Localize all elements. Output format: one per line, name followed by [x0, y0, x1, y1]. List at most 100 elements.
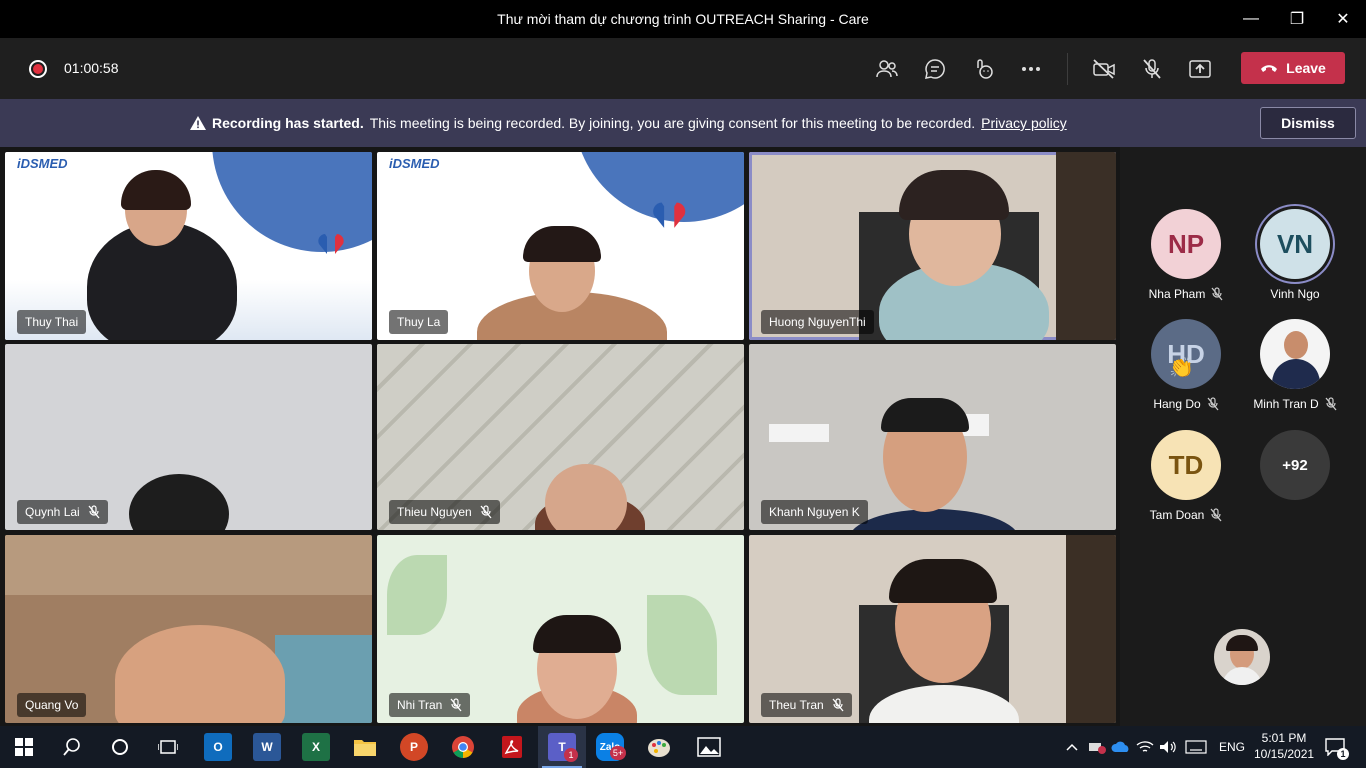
roster-item[interactable]: NP Nha Pham — [1131, 209, 1241, 301]
participant-body — [849, 509, 1019, 530]
avatar: NP — [1151, 209, 1221, 279]
clock-time: 5:01 PM — [1261, 731, 1307, 745]
more-options-icon[interactable] — [1016, 54, 1046, 84]
video-grid: iDSMED Thuy Thai iDSMED Thuy La Huong Ng… — [0, 147, 1120, 726]
participant-name-tag: Khanh Nguyen K — [761, 500, 868, 524]
chrome-icon[interactable] — [449, 733, 477, 761]
paint-icon[interactable] — [645, 733, 673, 761]
photos-icon[interactable] — [695, 733, 723, 761]
banner-message: This meeting is being recorded. By joini… — [369, 115, 976, 131]
video-tile-active-speaker[interactable]: Huong NguyenThi — [749, 152, 1116, 340]
more-participants[interactable]: +92 — [1240, 430, 1350, 500]
file-explorer-icon[interactable] — [351, 733, 379, 761]
participant-head — [129, 474, 229, 530]
participant-hair — [533, 615, 621, 653]
lockers — [275, 635, 372, 723]
notification-badge: 1 — [1337, 748, 1349, 760]
mic-off-icon — [832, 698, 844, 712]
word-icon[interactable]: W — [253, 733, 281, 761]
heart-logo — [318, 234, 344, 254]
volume-icon[interactable] — [1157, 733, 1179, 761]
outlook-icon[interactable]: O — [204, 733, 232, 761]
task-view-icon[interactable] — [154, 733, 182, 761]
chat-icon[interactable] — [920, 54, 950, 84]
input-language[interactable]: ENG — [1219, 740, 1245, 754]
video-tile[interactable]: iDSMED Thuy La — [377, 152, 744, 340]
recording-banner: Recording has started. This meeting is b… — [0, 99, 1366, 147]
participant-name-tag: Quynh Lai — [17, 500, 108, 524]
dismiss-button[interactable]: Dismiss — [1260, 107, 1356, 139]
mic-off-icon[interactable] — [1137, 54, 1167, 84]
participant-name-tag: Thieu Nguyen — [389, 500, 500, 524]
video-tile[interactable]: Quynh Lai — [5, 344, 372, 530]
roster-item[interactable]: HD 👏 Hang Do — [1131, 319, 1241, 411]
participant-name-tag: Thuy Thai — [17, 310, 87, 334]
title-bar: Thư mời tham dự chương trình OUTREACH Sh… — [0, 0, 1366, 38]
roster-name: Minh Tran D — [1253, 397, 1319, 411]
roster-item[interactable]: Minh Tran D — [1240, 319, 1350, 411]
show-hidden-icons-icon[interactable] — [1062, 733, 1082, 761]
mic-off-icon — [88, 505, 100, 519]
mic-off-icon — [480, 505, 492, 519]
clock[interactable]: 5:01 PM 10/15/2021 — [1254, 730, 1314, 762]
video-tile[interactable]: Khanh Nguyen K — [749, 344, 1116, 530]
meeting-toolbar: 01:00:58 Leave — [0, 38, 1366, 99]
keyboard-icon[interactable] — [1183, 733, 1209, 761]
participant-name-tag: Quang Vo — [17, 693, 87, 717]
participant-hair — [899, 170, 1009, 220]
minimize-button[interactable]: — — [1228, 0, 1274, 38]
share-screen-icon[interactable] — [1185, 54, 1215, 84]
roster-item[interactable]: VN Vinh Ngo — [1240, 209, 1350, 301]
self-view-avatar[interactable] — [1214, 629, 1270, 685]
reactions-icon[interactable] — [968, 54, 998, 84]
search-icon[interactable] — [58, 733, 86, 761]
participant-hair — [523, 226, 601, 262]
acrobat-icon[interactable] — [498, 733, 526, 761]
ceiling — [5, 535, 372, 595]
excel-icon[interactable]: X — [302, 733, 330, 761]
self-view-hair — [1226, 635, 1258, 651]
avatar-photo — [1260, 319, 1330, 389]
video-tile[interactable]: iDSMED Thuy Thai — [5, 152, 372, 340]
teams-badge: 1 — [564, 748, 578, 762]
windows-taskbar: O W X P T 1 Zalo 5+ ENG 5:01 PM 10/15/20… — [0, 726, 1366, 768]
camera-off-icon[interactable] — [1089, 54, 1119, 84]
video-tile[interactable]: Theu Tran — [749, 535, 1116, 723]
leave-label: Leave — [1286, 60, 1326, 76]
roster-name: Vinh Ngo — [1270, 287, 1320, 301]
overflow-count: +92 — [1260, 430, 1330, 500]
self-view-body — [1222, 667, 1262, 685]
banner-text: Recording has started. This meeting is b… — [190, 115, 1067, 131]
participant-roster: NP Nha Pham VN Vinh Ngo HD 👏 Hang Do Min… — [1120, 147, 1366, 726]
teams-taskbar-active[interactable]: T 1 — [538, 726, 586, 768]
start-icon[interactable] — [10, 733, 38, 761]
privacy-policy-link[interactable]: Privacy policy — [981, 115, 1067, 131]
video-tile[interactable]: Thieu Nguyen — [377, 344, 744, 530]
wifi-icon[interactable] — [1134, 733, 1156, 761]
window-title: Thư mời tham dự chương trình OUTREACH Sh… — [497, 11, 869, 27]
toolbar-divider — [1067, 53, 1068, 85]
close-button[interactable]: ✕ — [1320, 0, 1366, 38]
video-tile[interactable]: Nhi Tran — [377, 535, 744, 723]
roster-item[interactable]: TD Tam Doan — [1131, 430, 1241, 522]
maximize-button[interactable]: ❐ — [1274, 0, 1320, 38]
participant-name-tag: Thuy La — [389, 310, 449, 334]
avatar: HD 👏 — [1151, 319, 1221, 389]
avatar: TD — [1151, 430, 1221, 500]
video-tile[interactable]: Quang Vo — [5, 535, 372, 723]
zalo-badge: 5+ — [610, 746, 626, 760]
powerpoint-icon[interactable]: P — [400, 733, 428, 761]
network-warning-icon[interactable] — [1086, 733, 1108, 761]
cortana-icon[interactable] — [106, 733, 134, 761]
mic-off-icon — [1325, 397, 1337, 411]
window-controls: — ❐ ✕ — [1228, 0, 1366, 38]
notification-center-icon[interactable]: 1 — [1320, 733, 1350, 761]
leaf-decoration — [387, 555, 447, 635]
participant-hair — [881, 398, 969, 432]
background-window — [1066, 535, 1116, 723]
onedrive-icon[interactable] — [1110, 733, 1132, 761]
leave-button[interactable]: Leave — [1241, 52, 1345, 84]
heart-logo — [653, 202, 686, 228]
participants-icon[interactable] — [872, 54, 902, 84]
meeting-timer: 01:00:58 — [64, 60, 119, 76]
